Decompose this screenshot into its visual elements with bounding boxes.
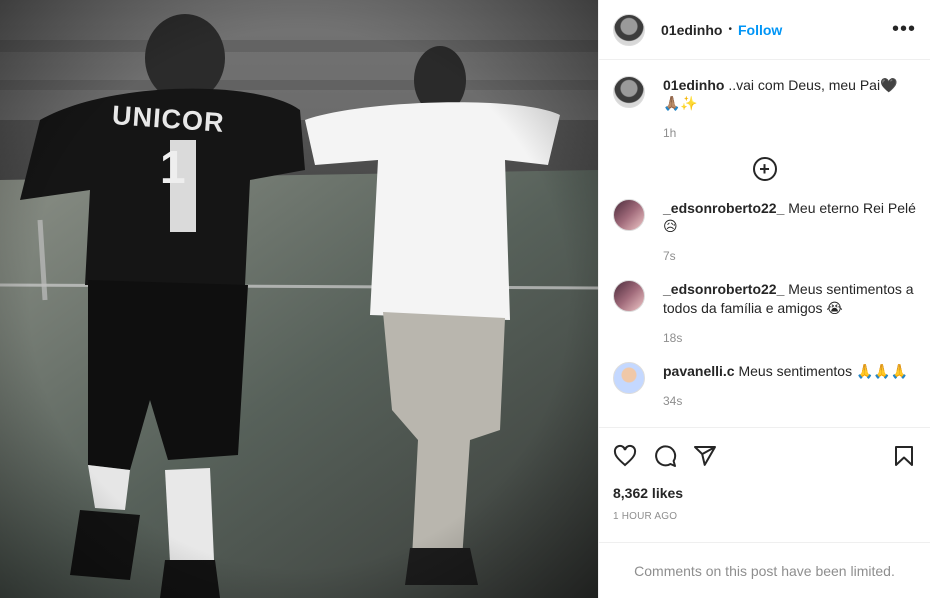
caption: 01edinho ..vai com Deus, meu Pai🖤 🙏🏽✨ 1h [613,76,916,143]
comment-text: Meus sentimentos [734,363,853,379]
author-avatar[interactable] [613,13,645,46]
post-header: 01edinho • Follow ••• [599,0,930,60]
follow-button[interactable]: Follow [738,22,782,38]
caption-line: 01edinho ..vai com Deus, meu Pai🖤 [663,76,898,95]
comment-time[interactable]: 34s [663,392,908,411]
bookmark-icon[interactable] [892,444,916,468]
commenter-avatar[interactable] [613,199,645,231]
post-side-panel: 01edinho • Follow ••• 01edinho ..vai com… [598,0,930,598]
post-photo[interactable]: UNICOR 1 [0,0,598,598]
commenter-avatar[interactable] [613,362,645,394]
comment-row: pavanelli.c Meus sentimentos 🙏🙏🙏 34s [613,362,916,411]
comments-list: 01edinho ..vai com Deus, meu Pai🖤 🙏🏽✨ 1h… [599,60,930,427]
comment-time[interactable]: 7s [663,247,916,266]
comment-row: _edsonroberto22_ Meu eterno Rei Pelé 😥 7… [613,199,916,266]
comment-row: _edsonroberto22_ Meus sentimentos a todo… [613,280,916,348]
author-username[interactable]: 01edinho [661,22,722,38]
action-bar [599,427,930,483]
comment-username[interactable]: _edsonroberto22_ [663,200,784,216]
comment-text: Meu eterno Rei Pelé [784,200,916,216]
share-icon[interactable] [693,444,717,468]
load-more: + [613,157,916,181]
comment-username[interactable]: pavanelli.c [663,363,735,379]
caption-text: ..vai com Deus, meu Pai🖤 [724,77,898,93]
caption-username[interactable]: 01edinho [663,77,724,93]
comment-icon[interactable] [653,444,677,468]
post-modal: UNICOR 1 01edinho • Follow ••• 01edinho … [0,0,930,598]
add-circle-icon[interactable]: + [752,157,777,181]
comment-body: pavanelli.c Meus sentimentos 🙏🙏🙏 34s [663,362,908,411]
comment-body: _edsonroberto22_ Meu eterno Rei Pelé 😥 7… [663,199,916,266]
caption-emoji: 🙏🏽✨ [663,96,698,112]
heart-icon[interactable] [613,444,637,468]
comment-line: pavanelli.c Meus sentimentos 🙏🙏🙏 [663,362,908,382]
comment-emoji: 🙏🙏🙏 [855,364,909,380]
caption-time[interactable]: 1h [663,124,898,143]
post-timestamp[interactable]: 1 HOUR AGO [599,511,930,522]
comment-emoji: 😥 [663,219,678,235]
comment-time[interactable]: 18s [663,329,916,348]
comments-limited-notice: Comments on this post have been limited. [599,542,930,598]
likes-count[interactable]: 8,362 likes [599,485,930,501]
caption-avatar[interactable] [613,76,645,108]
caption-body: 01edinho ..vai com Deus, meu Pai🖤 🙏🏽✨ 1h [663,76,898,143]
comment-username[interactable]: _edsonroberto22_ [663,281,784,297]
header-separator: • [728,24,732,35]
jersey-number: 1 [160,141,186,193]
more-icon[interactable]: ••• [892,18,916,41]
commenter-avatar[interactable] [613,280,645,312]
comment-body: _edsonroberto22_ Meus sentimentos a todo… [663,280,916,348]
comment-emoji: 😭 [826,301,843,317]
photo-illustration [0,0,598,598]
comment-line: _edsonroberto22_ Meu eterno Rei Pelé [663,199,916,218]
comment-line: _edsonroberto22_ Meus sentimentos a todo… [663,280,916,319]
